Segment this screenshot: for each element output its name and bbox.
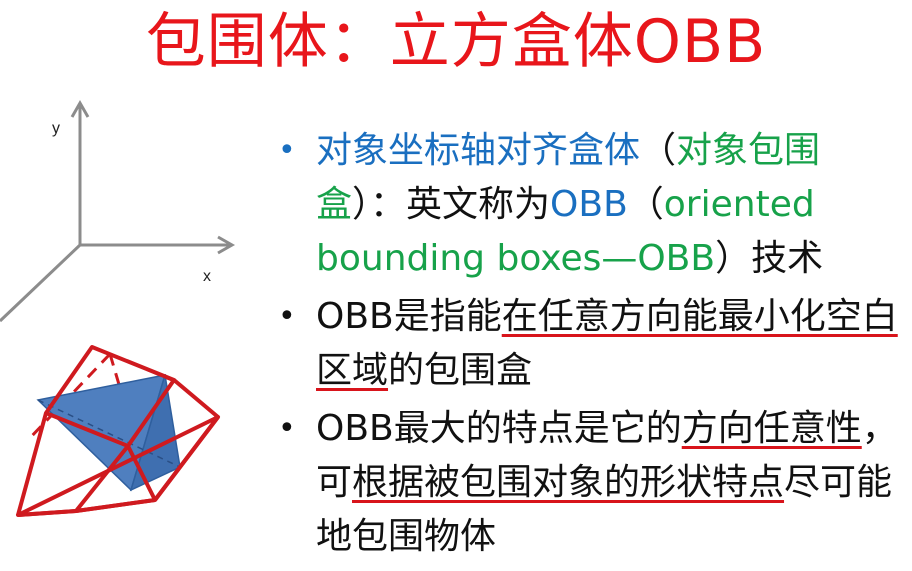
paren-open-2: （ — [627, 184, 664, 225]
paren-open: （ — [640, 130, 677, 171]
obb-refers-to: OBB是指能 — [316, 296, 502, 337]
underlined-shape-features: 根据被包围对象的形状特点 — [352, 462, 785, 503]
coordinate-axes — [0, 99, 236, 323]
y-axis-label: y — [52, 120, 60, 137]
page-title: 包围体：立方盒体OBB — [145, 7, 767, 77]
bullet-marker: • — [278, 299, 296, 334]
bullet-marker: • — [278, 133, 296, 168]
english-name-intro: ）：英文称为 — [352, 184, 551, 225]
technique-suffix: ）技术 — [715, 238, 824, 279]
term-axis-aligned-box: 对象坐标轴对齐盒体 — [316, 130, 641, 171]
x-axis-label: x — [203, 268, 211, 285]
bullet-item-definition: • 对象坐标轴对齐盒体（对象包围盒）：英文称为OBB（oriented boun… — [276, 124, 906, 286]
bullet-item-orientation: • OBB最大的特点是它的方向任意性，可根据被包围对象的形状特点尽可能地包围物体 — [276, 402, 906, 564]
z-axis-line — [0, 243, 82, 323]
bullet-marker: • — [278, 411, 296, 446]
bullet-list: • 对象坐标轴对齐盒体（对象包围盒）：英文称为OBB（oriented boun… — [276, 124, 906, 568]
term-obb: OBB — [550, 184, 628, 225]
bullet-item-minimal-space: • OBB是指能在任意方向能最小化空白区域的包围盒 — [276, 290, 906, 398]
obb-feature-intro: OBB最大的特点是它的 — [316, 408, 682, 449]
underlined-arbitrary-orientation: 方向任意性 — [681, 408, 862, 449]
obb-illustration: y x — [0, 99, 236, 517]
bounding-box-suffix: 的包围盒 — [388, 350, 533, 391]
